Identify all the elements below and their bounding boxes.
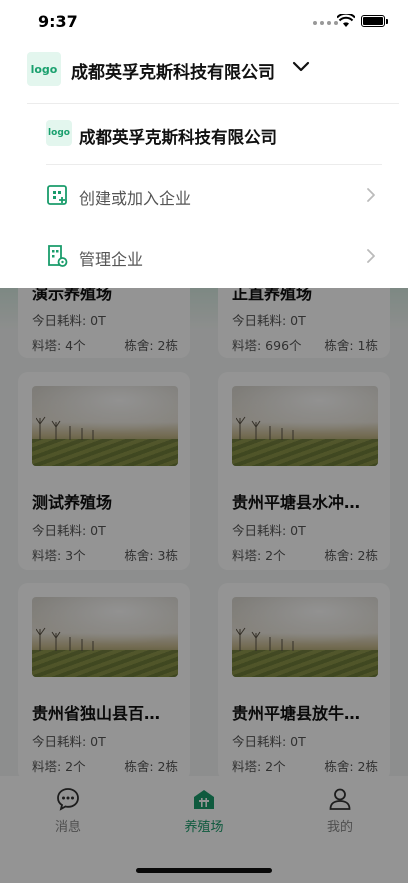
divider: [46, 164, 382, 165]
company-dropdown-panel: 9:37 logo 成都英孚克斯科技有限公司 logo 成都英孚克斯科技有限公司…: [0, 0, 408, 288]
menu-item-label: 管理企业: [79, 250, 144, 269]
menu-item-manage-company[interactable]: 管理企业: [0, 227, 408, 287]
divider: [27, 103, 399, 104]
chevron-right-icon: [367, 188, 375, 202]
company-switcher[interactable]: logo 成都英孚克斯科技有限公司: [0, 50, 408, 102]
current-company-item[interactable]: logo 成都英孚克斯科技有限公司: [0, 105, 408, 165]
chevron-right-icon: [367, 249, 375, 263]
menu-item-label: 创建或加入企业: [79, 189, 192, 208]
menu-item-create-join-company[interactable]: 创建或加入企业: [0, 166, 408, 226]
building-manage-icon: [48, 245, 68, 267]
company-title: 成都英孚克斯科技有限公司: [71, 63, 275, 83]
wifi-icon: [337, 14, 355, 27]
company-logo: logo: [27, 52, 61, 86]
signal-icon: [313, 21, 338, 25]
chevron-down-icon: [292, 61, 310, 72]
building-add-icon: [47, 185, 67, 205]
company-name: 成都英孚克斯科技有限公司: [79, 128, 277, 147]
company-logo: logo: [46, 120, 72, 146]
status-time: 9:37: [38, 12, 78, 31]
battery-icon: [361, 15, 388, 27]
status-bar: 9:37: [0, 0, 408, 44]
